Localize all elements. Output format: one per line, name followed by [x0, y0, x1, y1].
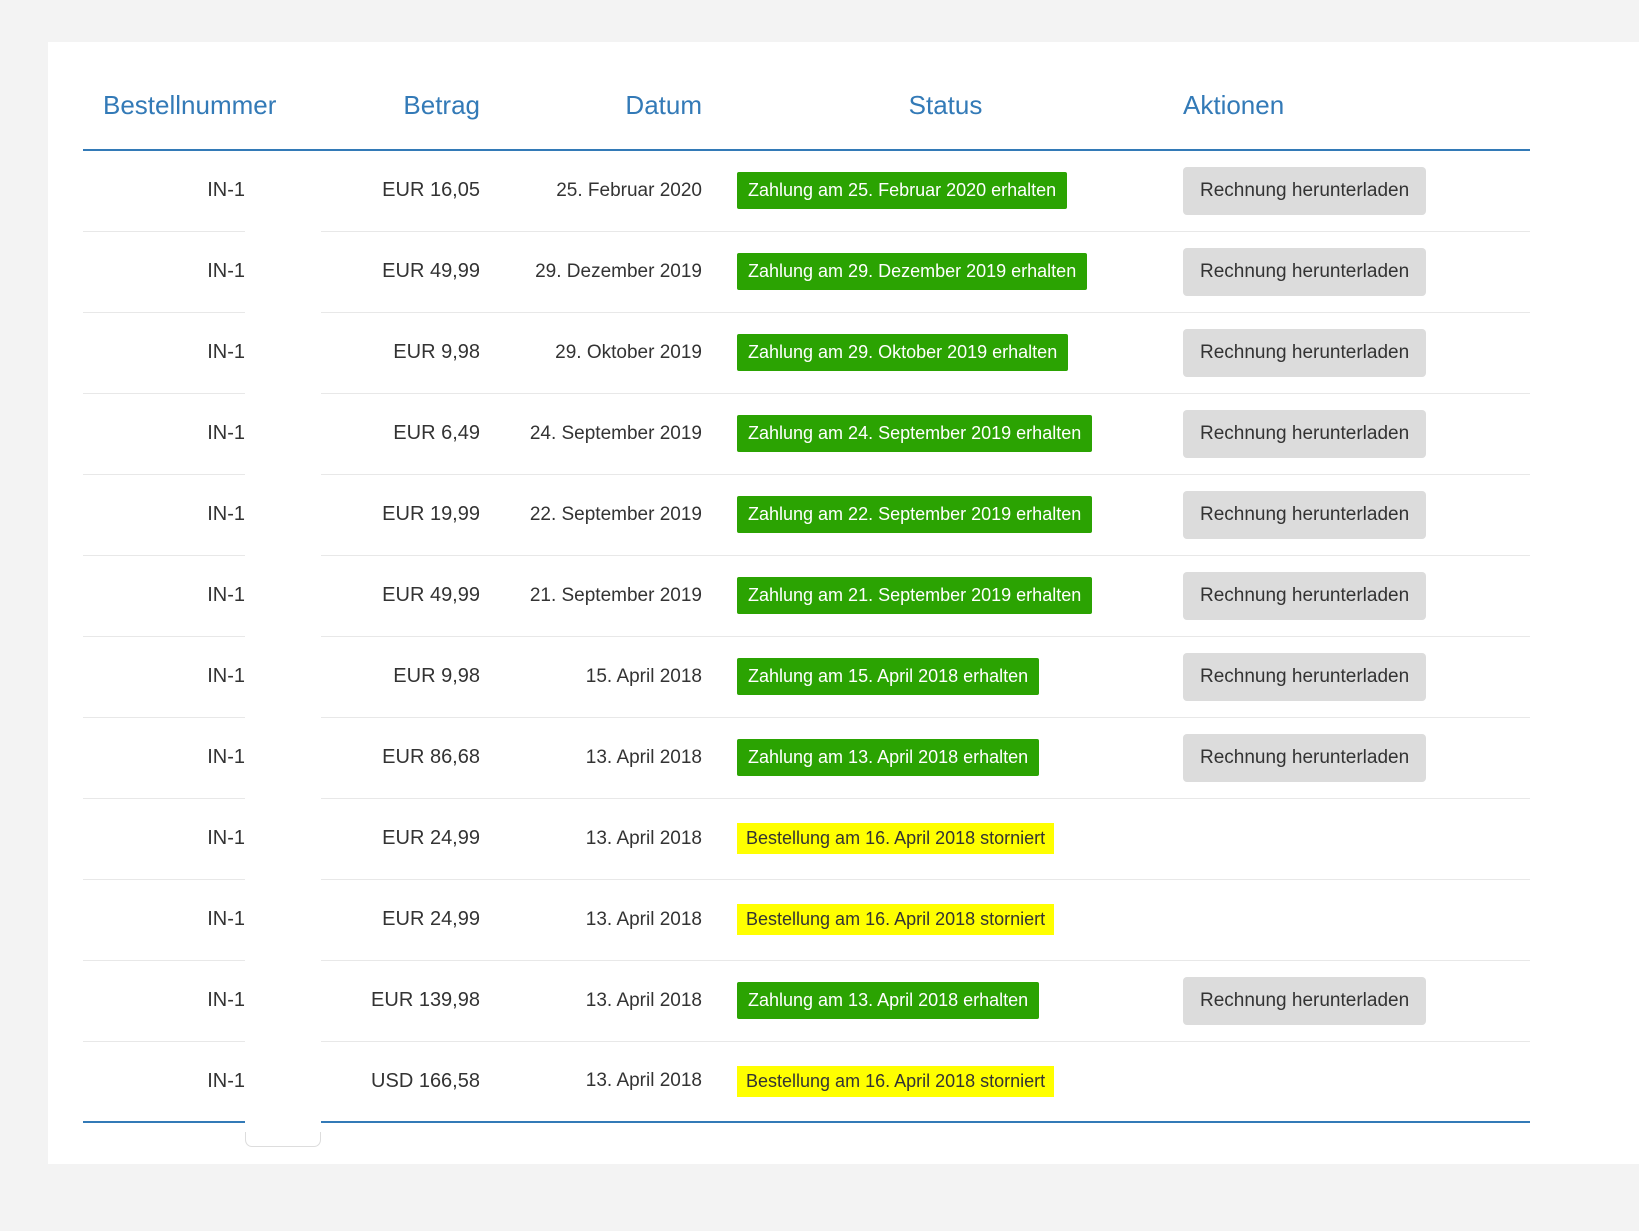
date-cell: 13. April 2018 — [503, 717, 723, 798]
status-cell: Bestellung am 16. April 2018 storniert — [723, 1041, 1168, 1122]
column-header-status[interactable]: Status — [723, 72, 1168, 150]
redaction-overlay-tab — [245, 1132, 321, 1147]
actions-cell: Rechnung herunterladen — [1168, 636, 1530, 717]
status-badge: Zahlung am 24. September 2019 erhalten — [737, 415, 1092, 452]
actions-cell: Rechnung herunterladen — [1168, 150, 1530, 231]
column-header-bestellnummer[interactable]: Bestellnummer — [83, 72, 323, 150]
actions-cell: Rechnung herunterladen — [1168, 717, 1530, 798]
amount-cell: EUR 16,05 — [323, 150, 503, 231]
status-cell: Zahlung am 29. Oktober 2019 erhalten — [723, 312, 1168, 393]
status-badge: Bestellung am 16. April 2018 storniert — [737, 823, 1054, 854]
status-badge: Zahlung am 13. April 2018 erhalten — [737, 982, 1039, 1019]
amount-cell: EUR 49,99 — [323, 555, 503, 636]
table-header-row: Bestellnummer Betrag Datum Status Aktion… — [83, 72, 1530, 150]
date-cell: 13. April 2018 — [503, 798, 723, 879]
column-header-betrag[interactable]: Betrag — [323, 72, 503, 150]
status-badge: Bestellung am 16. April 2018 storniert — [737, 1066, 1054, 1097]
amount-cell: EUR 139,98 — [323, 960, 503, 1041]
status-cell: Zahlung am 25. Februar 2020 erhalten — [723, 150, 1168, 231]
date-cell: 13. April 2018 — [503, 879, 723, 960]
download-invoice-button[interactable]: Rechnung herunterladen — [1183, 491, 1426, 539]
column-header-datum[interactable]: Datum — [503, 72, 723, 150]
date-cell: 29. Oktober 2019 — [503, 312, 723, 393]
actions-cell — [1168, 879, 1530, 960]
amount-cell: USD 166,58 — [323, 1041, 503, 1122]
download-invoice-button[interactable]: Rechnung herunterladen — [1183, 248, 1426, 296]
amount-cell: EUR 24,99 — [323, 879, 503, 960]
amount-cell: EUR 9,98 — [323, 636, 503, 717]
actions-cell: Rechnung herunterladen — [1168, 312, 1530, 393]
date-cell: 21. September 2019 — [503, 555, 723, 636]
status-cell: Bestellung am 16. April 2018 storniert — [723, 798, 1168, 879]
actions-cell: Rechnung herunterladen — [1168, 555, 1530, 636]
download-invoice-button[interactable]: Rechnung herunterladen — [1183, 410, 1426, 458]
status-cell: Zahlung am 13. April 2018 erhalten — [723, 960, 1168, 1041]
download-invoice-button[interactable]: Rechnung herunterladen — [1183, 329, 1426, 377]
status-cell: Zahlung am 24. September 2019 erhalten — [723, 393, 1168, 474]
actions-cell — [1168, 1041, 1530, 1122]
column-header-aktionen[interactable]: Aktionen — [1168, 72, 1530, 150]
date-cell: 13. April 2018 — [503, 960, 723, 1041]
amount-cell: EUR 19,99 — [323, 474, 503, 555]
date-cell: 25. Februar 2020 — [503, 150, 723, 231]
download-invoice-button[interactable]: Rechnung herunterladen — [1183, 734, 1426, 782]
status-cell: Zahlung am 21. September 2019 erhalten — [723, 555, 1168, 636]
status-cell: Zahlung am 29. Dezember 2019 erhalten — [723, 231, 1168, 312]
status-cell: Zahlung am 15. April 2018 erhalten — [723, 636, 1168, 717]
status-badge: Zahlung am 15. April 2018 erhalten — [737, 658, 1039, 695]
download-invoice-button[interactable]: Rechnung herunterladen — [1183, 653, 1426, 701]
date-cell: 13. April 2018 — [503, 1041, 723, 1122]
status-badge: Zahlung am 25. Februar 2020 erhalten — [737, 172, 1067, 209]
status-badge: Bestellung am 16. April 2018 storniert — [737, 904, 1054, 935]
amount-cell: EUR 6,49 — [323, 393, 503, 474]
actions-cell: Rechnung herunterladen — [1168, 393, 1530, 474]
status-badge: Zahlung am 21. September 2019 erhalten — [737, 577, 1092, 614]
status-badge: Zahlung am 22. September 2019 erhalten — [737, 496, 1092, 533]
date-cell: 22. September 2019 — [503, 474, 723, 555]
date-cell: 29. Dezember 2019 — [503, 231, 723, 312]
actions-cell: Rechnung herunterladen — [1168, 231, 1530, 312]
date-cell: 24. September 2019 — [503, 393, 723, 474]
status-cell: Zahlung am 22. September 2019 erhalten — [723, 474, 1168, 555]
actions-cell — [1168, 798, 1530, 879]
actions-cell: Rechnung herunterladen — [1168, 960, 1530, 1041]
download-invoice-button[interactable]: Rechnung herunterladen — [1183, 977, 1426, 1025]
table-header: Bestellnummer Betrag Datum Status Aktion… — [83, 72, 1530, 150]
date-cell: 15. April 2018 — [503, 636, 723, 717]
status-cell: Bestellung am 16. April 2018 storniert — [723, 879, 1168, 960]
download-invoice-button[interactable]: Rechnung herunterladen — [1183, 167, 1426, 215]
actions-cell: Rechnung herunterladen — [1168, 474, 1530, 555]
download-invoice-button[interactable]: Rechnung herunterladen — [1183, 572, 1426, 620]
status-badge: Zahlung am 29. Oktober 2019 erhalten — [737, 334, 1068, 371]
amount-cell: EUR 24,99 — [323, 798, 503, 879]
amount-cell: EUR 9,98 — [323, 312, 503, 393]
status-badge: Zahlung am 13. April 2018 erhalten — [737, 739, 1039, 776]
amount-cell: EUR 49,99 — [323, 231, 503, 312]
status-badge: Zahlung am 29. Dezember 2019 erhalten — [737, 253, 1087, 290]
status-cell: Zahlung am 13. April 2018 erhalten — [723, 717, 1168, 798]
amount-cell: EUR 86,68 — [323, 717, 503, 798]
redaction-overlay — [245, 154, 321, 1132]
